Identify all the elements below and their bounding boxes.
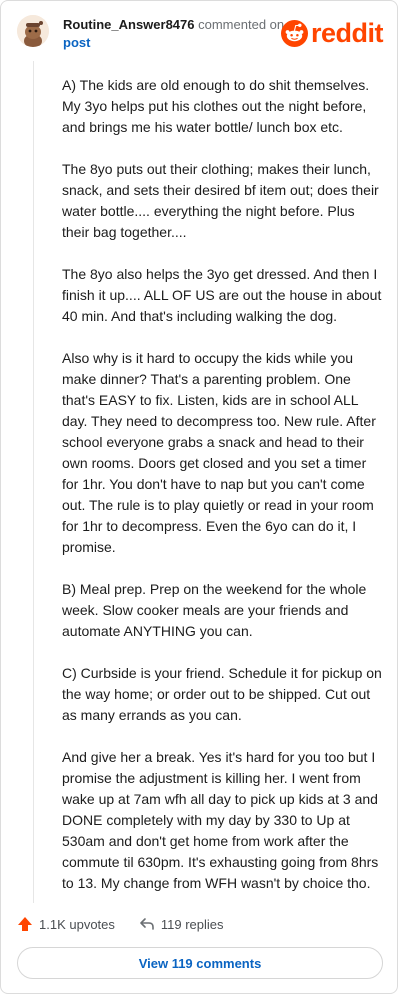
comment-paragraph: And give her a break. Yes it's hard for …: [62, 749, 379, 891]
comment-header: Routine_Answer8476 commented on post red…: [15, 13, 385, 53]
replies-button[interactable]: 119 replies: [139, 916, 224, 932]
reddit-logo[interactable]: reddit: [280, 17, 384, 48]
upvote-count: 1.1K upvotes: [39, 916, 115, 932]
comment-paragraph: C) Curbside is your friend. Schedule it …: [62, 665, 382, 723]
reddit-snoo-icon: [280, 19, 308, 47]
reply-arrow-icon: [140, 918, 154, 930]
upvote-button[interactable]: 1.1K upvotes: [17, 916, 115, 932]
comment-paragraph: A) The kids are old enough to do shit th…: [62, 77, 370, 135]
username-link[interactable]: Routine_Answer8476: [63, 17, 195, 32]
comment-body: A) The kids are old enough to do shit th…: [62, 75, 382, 915]
comment-card: Routine_Answer8476 commented on post red…: [0, 0, 398, 994]
snoo-avatar-icon[interactable]: [17, 15, 49, 47]
reply-count: 119 replies: [160, 916, 224, 932]
brand-wordmark: reddit: [310, 17, 384, 48]
comment-meta: Routine_Answer8476 commented on post: [63, 16, 284, 52]
thread-line[interactable]: [33, 61, 34, 903]
post-link[interactable]: post: [63, 34, 284, 52]
upvote-arrow-icon: [18, 917, 32, 931]
comment-paragraph: B) Meal prep. Prep on the weekend for th…: [62, 581, 367, 639]
action-text: commented on: [198, 17, 285, 32]
comment-actions: 1.1K upvotes 119 replies: [17, 911, 224, 937]
comment-paragraph: Also why is it hard to occupy the kids w…: [62, 350, 376, 555]
view-comments-button[interactable]: View 119 comments: [17, 947, 383, 979]
comment-paragraph: The 8yo puts out their clothing; makes t…: [62, 161, 379, 240]
comment-paragraph: The 8yo also helps the 3yo get dressed. …: [62, 266, 382, 324]
